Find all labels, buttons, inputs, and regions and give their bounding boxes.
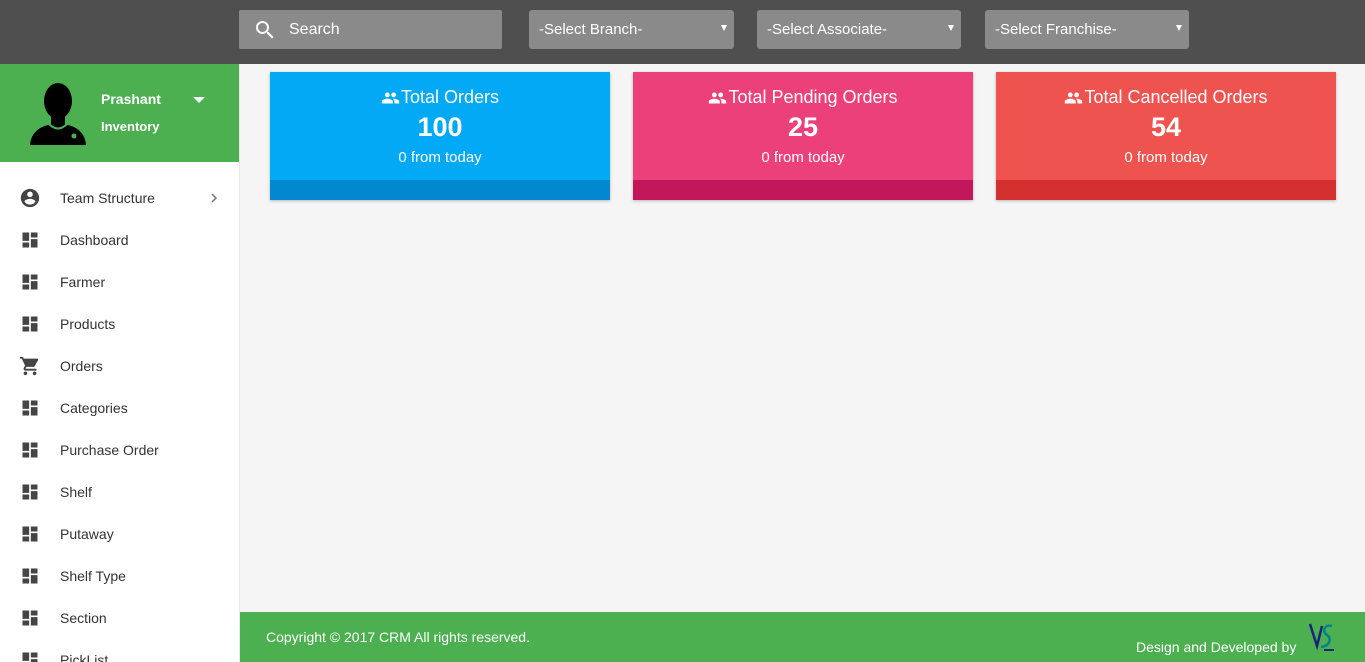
dashboard-icon <box>19 481 41 503</box>
dashboard-icon <box>19 439 41 461</box>
card-title: Total Cancelled Orders <box>996 87 1336 108</box>
branch-select[interactable]: -Select Branch- <box>529 10 734 49</box>
sidebar-item-team-structure[interactable]: Team Structure <box>0 177 239 219</box>
franchise-select-value: -Select Franchise- <box>995 21 1117 38</box>
card-title: Total Orders <box>270 87 610 108</box>
sidebar-menu: Team Structure Dashboard Farmer Products… <box>0 177 239 662</box>
user-menu-dropdown-icon[interactable] <box>193 97 205 103</box>
people-icon <box>709 91 727 104</box>
sidebar-item-farmer[interactable]: Farmer <box>0 261 239 303</box>
sidebar-item-label: PickList <box>60 652 109 662</box>
franchise-select[interactable]: -Select Franchise- <box>985 10 1189 49</box>
cart-icon <box>19 355 41 377</box>
people-icon <box>1065 91 1083 104</box>
pending-orders-card[interactable]: Total Pending Orders 25 0 from today <box>633 72 973 200</box>
search-icon <box>256 20 274 38</box>
search-label: Search <box>289 20 340 38</box>
sidebar-item-label: Categories <box>60 400 128 416</box>
top-bar: Search -Select Branch- -Select Associate… <box>0 0 1365 64</box>
dashboard-icon <box>19 565 41 587</box>
account-circle-icon <box>19 187 41 209</box>
sidebar-item-putaway[interactable]: Putaway <box>0 513 239 555</box>
sidebar-item-label: Shelf <box>60 484 92 500</box>
sidebar-item-label: Putaway <box>60 526 114 542</box>
card-value: 25 <box>787 112 819 142</box>
sidebar-item-section[interactable]: Section <box>0 597 239 639</box>
sidebar-item-dashboard[interactable]: Dashboard <box>0 219 239 261</box>
people-icon <box>381 91 400 104</box>
sidebar: Prashant Inventory Team Structure Dashbo… <box>0 64 240 662</box>
sidebar-item-shelf[interactable]: Shelf <box>0 471 239 513</box>
card-title: Total Pending Orders <box>633 87 973 108</box>
sidebar-item-picklist[interactable]: PickList <box>0 639 239 662</box>
card-footer-bar <box>270 180 610 200</box>
sidebar-item-label: Products <box>60 316 116 332</box>
cancelled-orders-card[interactable]: Total Cancelled Orders 54 0 from today <box>996 72 1336 200</box>
associate-select-value: -Select Associate- <box>767 21 888 38</box>
sidebar-item-shelf-type[interactable]: Shelf Type <box>0 555 239 597</box>
card-title-text: Total Pending Orders <box>728 87 898 107</box>
search-box[interactable]: Search <box>239 10 502 49</box>
caret-down-icon <box>1176 25 1182 31</box>
developer-logo[interactable] <box>1308 620 1336 652</box>
dashboard-icon <box>19 649 41 662</box>
sidebar-item-purchase-order[interactable]: Purchase Order <box>0 429 239 471</box>
avatar <box>30 83 86 145</box>
caret-down-icon <box>721 25 727 31</box>
dashboard-icon <box>19 229 41 251</box>
design-credit-text: Design and Developed by <box>1136 639 1297 655</box>
card-subtitle: 0 from today <box>761 149 845 166</box>
footer: Copyright © 2017 CRM All rights reserved… <box>240 612 1365 662</box>
card-value: 54 <box>1150 112 1182 142</box>
dashboard-icon <box>19 271 41 293</box>
caret-down-icon <box>948 25 954 31</box>
total-orders-card[interactable]: Total Orders 100 0 from today <box>270 72 610 200</box>
sidebar-item-orders[interactable]: Orders <box>0 345 239 387</box>
card-title-text: Total Cancelled Orders <box>1084 87 1268 107</box>
card-footer-bar <box>633 180 973 200</box>
card-footer-bar <box>996 180 1336 200</box>
dashboard-icon <box>19 313 41 335</box>
card-subtitle: 0 from today <box>1124 149 1208 166</box>
sidebar-item-label: Section <box>60 610 107 626</box>
sidebar-item-label: Dashboard <box>60 232 129 248</box>
chevron-right-icon <box>211 193 218 203</box>
dashboard-icon <box>19 397 41 419</box>
user-role: Inventory <box>101 119 160 134</box>
card-value: 100 <box>417 112 463 142</box>
dashboard-icon <box>19 607 41 629</box>
sidebar-item-label: Team Structure <box>60 190 155 206</box>
dashboard-icon <box>19 523 41 545</box>
sidebar-item-label: Shelf Type <box>60 568 126 584</box>
sidebar-item-categories[interactable]: Categories <box>0 387 239 429</box>
sidebar-item-products[interactable]: Products <box>0 303 239 345</box>
sidebar-item-label: Purchase Order <box>60 442 159 458</box>
user-panel: Prashant Inventory <box>0 64 239 162</box>
user-name: Prashant <box>101 91 161 107</box>
copyright-text: Copyright © 2017 CRM All rights reserved… <box>266 629 530 645</box>
card-subtitle: 0 from today <box>398 149 482 166</box>
associate-select[interactable]: -Select Associate- <box>757 10 961 49</box>
sidebar-item-label: Orders <box>60 358 103 374</box>
card-title-text: Total Orders <box>400 87 500 107</box>
branch-select-value: -Select Branch- <box>539 21 643 38</box>
sidebar-item-label: Farmer <box>60 274 106 290</box>
